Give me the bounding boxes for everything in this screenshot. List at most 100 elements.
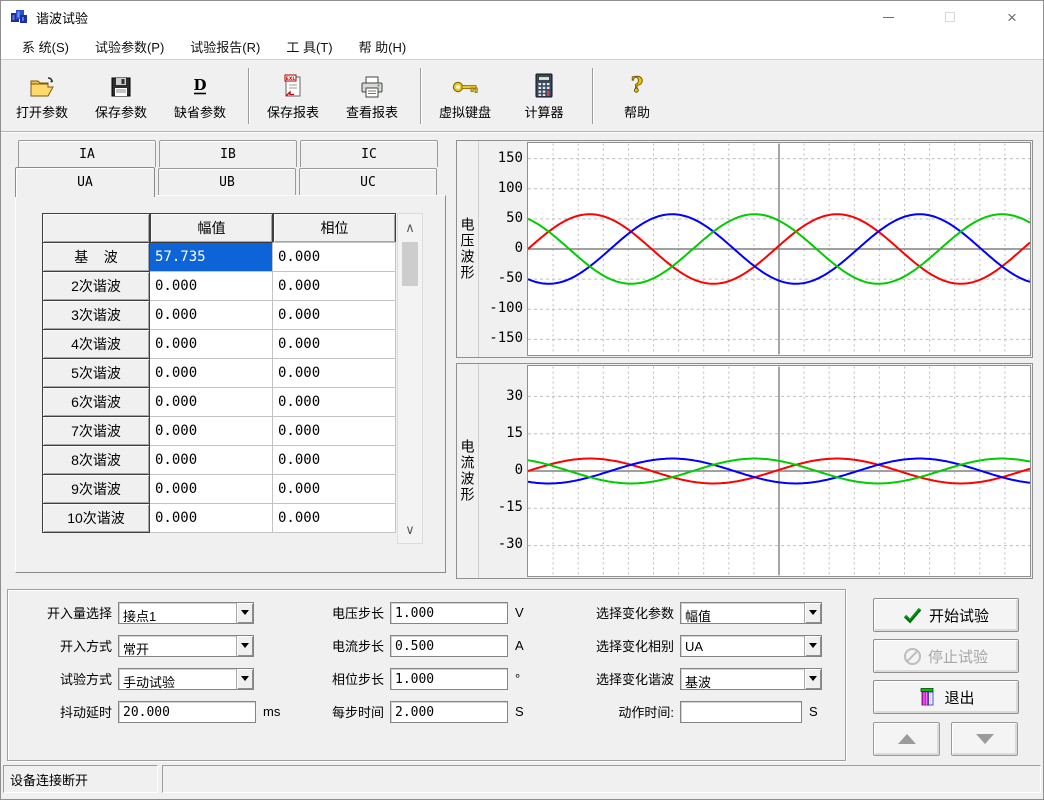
dropdown-arrow-icon[interactable]: [236, 636, 253, 656]
input-电压步长[interactable]: 1.000: [390, 602, 508, 624]
dropdown-value: 基波: [681, 669, 804, 689]
chart-title-vertical: 电压波形: [457, 141, 479, 357]
menu-item-1[interactable]: 试验参数(P): [82, 33, 177, 60]
toolbar-保存参数[interactable]: 保存参数: [88, 69, 154, 123]
control-label: 选择变化谐波: [570, 669, 674, 688]
toolbar-缺省参数[interactable]: D缺省参数: [167, 69, 233, 123]
menu-item-2[interactable]: 试验报告(R): [177, 33, 273, 60]
maximize-button[interactable]: [919, 1, 981, 33]
dropdown-选择变化参数[interactable]: 幅值: [680, 602, 822, 624]
menu-item-0[interactable]: 系 统(S): [9, 33, 82, 60]
input-相位步长[interactable]: 1.000: [390, 668, 508, 690]
phase-cell[interactable]: 0.000: [273, 300, 396, 330]
input-抖动延时[interactable]: 20.000: [118, 701, 256, 723]
unit-label: ms: [263, 704, 280, 719]
amplitude-cell[interactable]: 57.735: [150, 242, 273, 272]
tab-UA[interactable]: UA: [15, 167, 155, 197]
row-header: 3次谐波: [42, 300, 150, 330]
key-icon: [451, 71, 479, 99]
controls-column-1: 开入量选择接点1开入方式常开试验方式手动试验抖动延时20.000ms: [16, 601, 280, 733]
chart-title-vertical: 电流波形: [457, 364, 479, 578]
menu-item-4[interactable]: 帮 助(H): [346, 33, 420, 60]
y-tick-label: 0: [515, 462, 523, 478]
device-status: 设备连接断开: [3, 765, 158, 793]
scroll-thumb[interactable]: [402, 242, 418, 286]
amplitude-cell[interactable]: 0.000: [150, 503, 273, 533]
dropdown-开入方式[interactable]: 常开: [118, 635, 254, 657]
start-test-button[interactable]: 开始试验: [873, 598, 1019, 632]
y-tick-label: 100: [498, 180, 523, 196]
dropdown-arrow-icon[interactable]: [804, 669, 821, 689]
dropdown-选择变化谐波[interactable]: 基波: [680, 668, 822, 690]
save-floppy-icon: [109, 71, 133, 99]
dropdown-试验方式[interactable]: 手动试验: [118, 668, 254, 690]
tab-IC[interactable]: IC: [300, 140, 438, 167]
title-bar: 谐波试验 ×: [1, 1, 1043, 33]
dropdown-value: UA: [681, 636, 804, 656]
amplitude-cell[interactable]: 0.000: [150, 300, 273, 330]
phase-cell[interactable]: 0.000: [273, 416, 396, 446]
phase-cell[interactable]: 0.000: [273, 242, 396, 272]
input-每步时间[interactable]: 2.000: [390, 701, 508, 723]
phase-cell[interactable]: 0.000: [273, 445, 396, 475]
scroll-up-button[interactable]: ∧: [398, 214, 422, 241]
app-icon: [10, 8, 28, 26]
input-电流步长[interactable]: 0.500: [390, 635, 508, 657]
dropdown-arrow-icon[interactable]: [236, 669, 253, 689]
control-label: 动作时间:: [570, 702, 674, 721]
phase-cell[interactable]: 0.000: [273, 358, 396, 388]
stop-icon: [904, 648, 921, 665]
amplitude-cell[interactable]: 0.000: [150, 416, 273, 446]
dropdown-开入量选择[interactable]: 接点1: [118, 602, 254, 624]
amplitude-cell[interactable]: 0.000: [150, 474, 273, 504]
input-动作时间:[interactable]: [680, 701, 802, 723]
excel-report-icon: EXL: [281, 71, 305, 99]
phase-cell[interactable]: 0.000: [273, 329, 396, 359]
step-down-button[interactable]: [951, 722, 1018, 756]
unit-label: A: [515, 638, 524, 653]
phase-cell[interactable]: 0.000: [273, 474, 396, 504]
control-label: 每步时间: [306, 702, 384, 721]
main-area: IAIBIC UAUBUC 幅值相位基 波57.7350.0002次谐波0.00…: [1, 133, 1043, 586]
phase-cell[interactable]: 0.000: [273, 503, 396, 533]
amplitude-cell[interactable]: 0.000: [150, 387, 273, 417]
menu-item-3[interactable]: 工 具(T): [273, 33, 345, 60]
phase-cell[interactable]: 0.000: [273, 387, 396, 417]
table-row: 3次谐波0.0000.000: [42, 300, 396, 330]
amplitude-cell[interactable]: 0.000: [150, 445, 273, 475]
phase-cell[interactable]: 0.000: [273, 271, 396, 301]
unit-label: V: [515, 605, 524, 620]
amplitude-cell[interactable]: 0.000: [150, 358, 273, 388]
control-row: 开入量选择接点1: [16, 601, 280, 624]
scroll-down-button[interactable]: ∨: [398, 516, 422, 543]
toolbar-帮助[interactable]: ?帮助: [604, 69, 670, 123]
dropdown-arrow-icon[interactable]: [804, 636, 821, 656]
amplitude-cell[interactable]: 0.000: [150, 329, 273, 359]
amplitude-cell[interactable]: 0.000: [150, 271, 273, 301]
exit-button[interactable]: 退出: [873, 680, 1019, 714]
close-button[interactable]: ×: [981, 1, 1043, 33]
toolbar-计算器[interactable]: 计算器: [511, 69, 577, 123]
tab-UB[interactable]: UB: [158, 168, 296, 196]
minimize-button[interactable]: [857, 1, 919, 33]
table-row: 基 波57.7350.000: [42, 242, 396, 272]
toolbar-separator: [248, 68, 250, 124]
dropdown-选择变化相别[interactable]: UA: [680, 635, 822, 657]
tab-IA[interactable]: IA: [18, 140, 156, 167]
dropdown-arrow-icon[interactable]: [236, 603, 253, 623]
tab-row-current: IAIBIC: [15, 140, 446, 167]
tab-UC[interactable]: UC: [299, 168, 437, 196]
tab-IB[interactable]: IB: [159, 140, 297, 167]
toolbar-label: 保存参数: [95, 102, 147, 121]
toolbar-保存报表[interactable]: EXL保存报表: [260, 69, 326, 123]
toolbar-查看报表[interactable]: 查看报表: [339, 69, 405, 123]
step-up-button[interactable]: [873, 722, 940, 756]
dropdown-arrow-icon[interactable]: [804, 603, 821, 623]
test-settings-groupbox: 开入量选择接点1开入方式常开试验方式手动试验抖动延时20.000ms电压步长1.…: [7, 589, 846, 761]
toolbar-虚拟键盘[interactable]: 虚拟键盘: [432, 69, 498, 123]
phase-header: 相位: [273, 213, 396, 243]
status-bar: 设备连接断开: [1, 764, 1043, 794]
close-icon: ×: [1007, 9, 1017, 26]
table-scrollbar[interactable]: ∧ ∨: [397, 213, 423, 544]
toolbar-打开参数[interactable]: 打开参数: [9, 69, 75, 123]
